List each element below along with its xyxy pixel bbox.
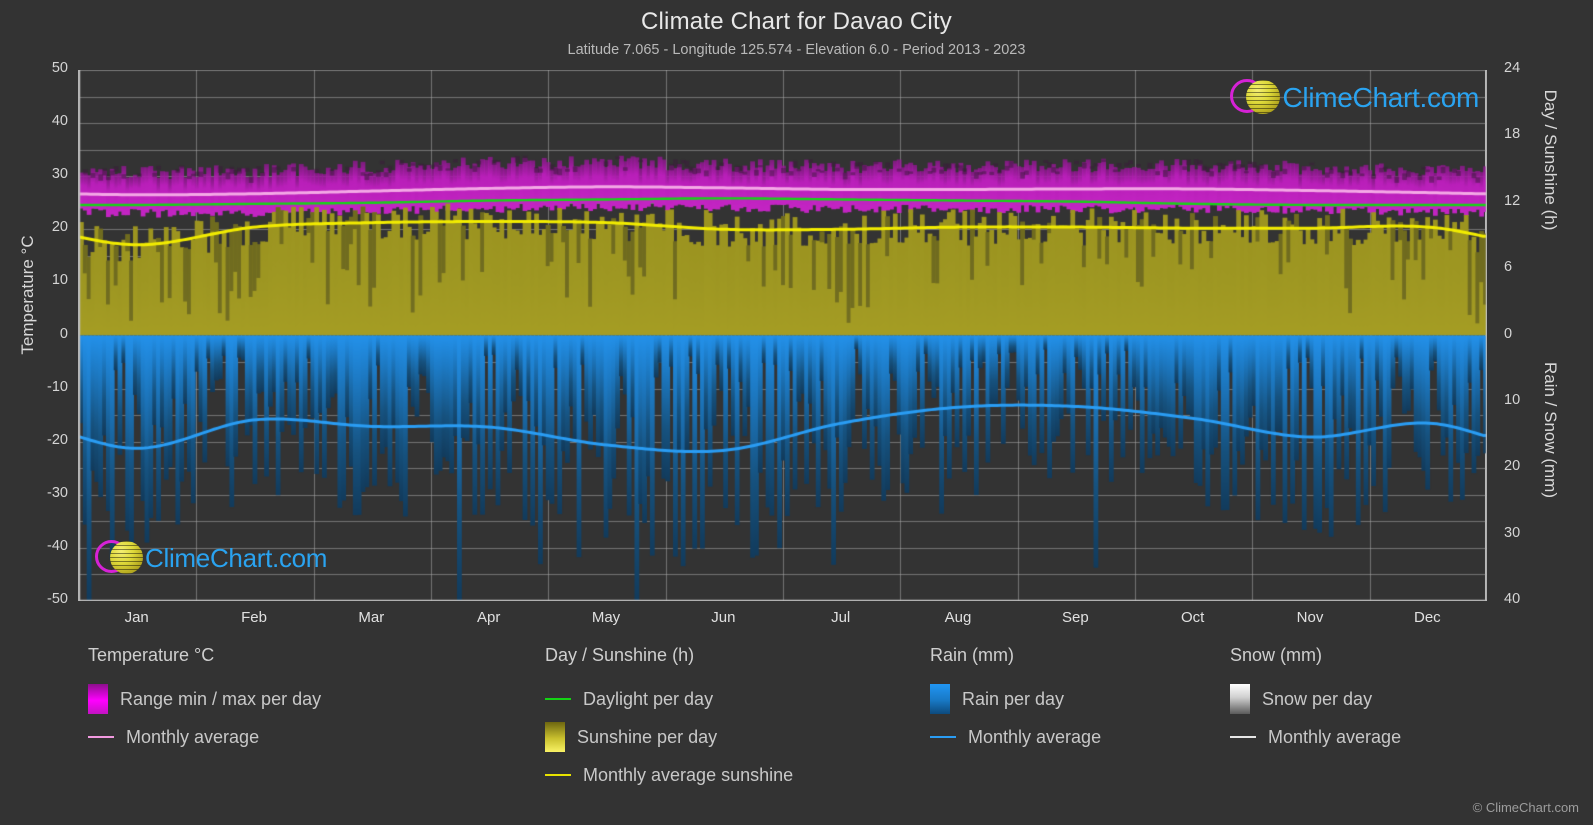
legend-group: Rain (mm) Rain per day Monthly average [930,645,1101,756]
y-axis-left-tick: -10 [47,378,68,395]
climechart-logo-text: ClimeChart.com [1282,82,1479,113]
x-axis-tick: Sep [1061,609,1089,626]
chart-legend: Temperature °C Range min / max per day Mon… [0,645,1593,815]
legend-swatch-icon [1230,684,1250,714]
legend-group: Snow (mm) Snow per day Monthly average [1230,645,1401,756]
y-axis-right-bottom-title: Rain / Snow (mm) [1541,361,1560,499]
y-axis-right-top-tick: 12 [1504,192,1521,209]
legend-line-icon [545,698,571,700]
copyright-notice: © ClimeChart.com [1472,800,1579,815]
y-axis-left-tick: -20 [47,431,68,448]
legend-item-label: Range min / max per day [120,688,322,709]
y-axis-right-top-tick: 24 [1504,60,1521,76]
legend-item-label: Monthly average [968,726,1102,747]
page-title: Climate Chart for Davao City [640,8,953,35]
legend-item[interactable]: Monthly average [930,718,1101,756]
legend-item-label: Monthly average [1268,726,1402,747]
x-axis-tick: May [591,609,621,626]
x-axis-tick: Jul [831,609,851,626]
y-axis-right-top-title: Day / Sunshine (h) [1541,89,1560,231]
y-axis-right-top-tick: 18 [1504,126,1521,143]
x-axis-tick: Feb [241,609,267,626]
legend-item[interactable]: Sunshine per day [545,718,793,756]
legend-item-label: Sunshine per day [577,726,718,747]
legend-line-icon [88,736,114,738]
y-axis-right-bottom-tick: 30 [1504,524,1521,541]
legend-item-label: Monthly average sunshine [583,764,794,785]
y-axis-left-tick: -50 [47,591,68,607]
climechart-logo-top: ClimeChart.com [1230,76,1479,120]
legend-group-title: Temperature °C [88,645,215,665]
plot-area: ClimeChart.com ClimeChart.com [78,70,1487,601]
legend-swatch-icon [930,684,950,714]
y-axis-left-tick: 40 [51,113,68,130]
legend-line-icon [1230,736,1256,738]
x-axis-tick: Dec [1413,609,1441,626]
legend-item[interactable]: Daylight per day [545,680,793,718]
y-axis-right-top-tick: 0 [1504,325,1513,342]
legend-line-icon [930,736,956,738]
legend-group: Temperature °C Range min / max per day Mon… [88,645,321,756]
legend-item-label: Daylight per day [583,688,714,709]
legend-item-label: Monthly average [126,726,260,747]
x-axis-tick: Nov [1296,609,1324,626]
legend-line-icon [545,774,571,776]
legend-item[interactable]: Range min / max per day [88,680,321,718]
y-axis-left-tick: 50 [51,60,68,76]
legend-item-label: Snow per day [1262,688,1373,709]
legend-item[interactable]: Monthly average [88,718,321,756]
y-axis-left-tick: 0 [59,325,68,342]
legend-group-title: Day / Sunshine (h) [545,645,695,665]
legend-item[interactable]: Monthly average [1230,718,1401,756]
y-axis-left-tick: 30 [51,166,68,183]
y-axis-right-bottom-tick: 40 [1504,591,1521,607]
climechart-globe-icon-2 [95,537,145,579]
x-axis-tick: Mar [358,609,385,626]
legend-item-label: Rain per day [962,688,1065,709]
y-axis-right-bottom-tick: 10 [1504,391,1521,408]
chart-canvas [79,70,1487,601]
legend-group: Day / Sunshine (h) Daylight per day Sunshi… [545,645,793,794]
climechart-logo-text-2: ClimeChart.com [145,542,328,573]
y-axis-left-tick: 20 [51,219,68,236]
climate-chart-page: Climate Chart for Davao City Latitude 7.… [0,0,1593,825]
x-axis-tick: Oct [1180,609,1205,626]
legend-group-title: Snow (mm) [1230,645,1323,665]
x-axis-tick: Apr [476,609,501,626]
climechart-logo-bottom: ClimeChart.com [95,537,327,579]
x-axis-tick: Aug [944,609,972,626]
legend-item[interactable]: Snow per day [1230,680,1401,718]
y-axis-left-tick: -30 [47,484,68,501]
page-subtitle: Latitude 7.065 - Longitude 125.574 - Ele… [567,42,1026,58]
y-axis-right-bottom-tick: 20 [1504,458,1521,475]
y-axis-right-top-tick: 6 [1504,259,1513,276]
y-axis-left-tick: -40 [47,537,68,554]
x-axis-tick: Jun [711,609,736,626]
x-axis-tick: Jan [124,609,149,626]
legend-swatch-icon [88,684,108,714]
legend-group-title: Rain (mm) [930,645,1014,665]
legend-item[interactable]: Monthly average sunshine [545,756,793,794]
y-axis-left-tick: 10 [51,272,68,289]
legend-swatch-icon [545,722,565,752]
climechart-globe-icon [1230,76,1282,120]
legend-item[interactable]: Rain per day [930,680,1101,718]
